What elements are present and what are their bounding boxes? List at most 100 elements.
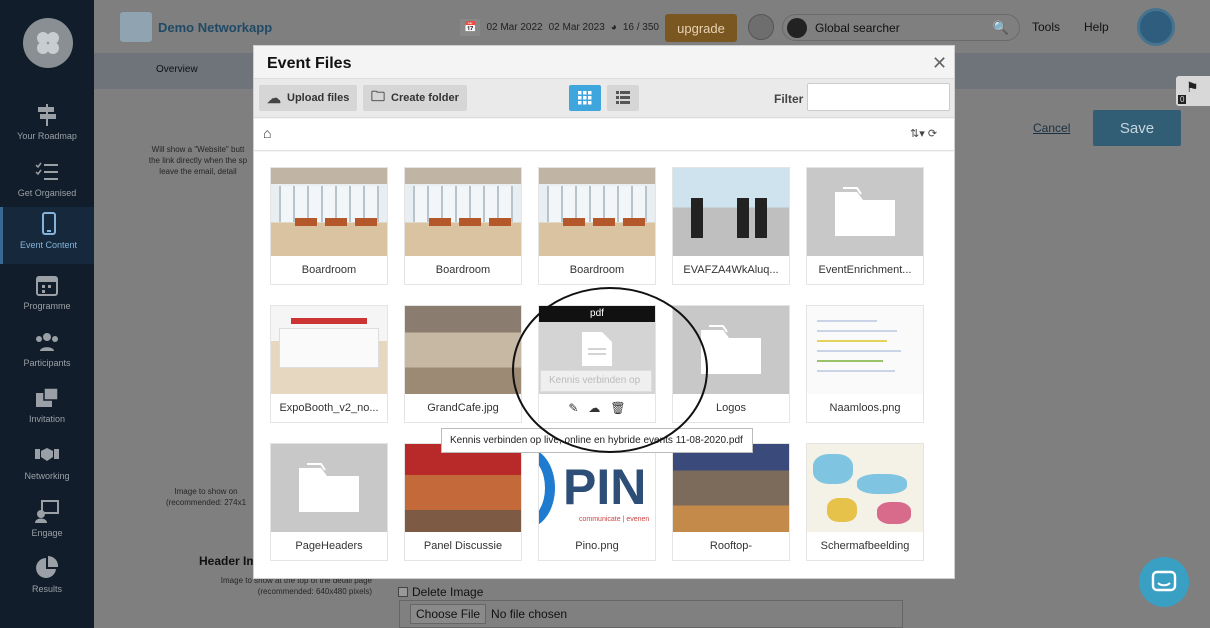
global-search[interactable]: Global searcher 🔍: [782, 14, 1020, 41]
file-tile[interactable]: Boardroom: [538, 167, 656, 285]
help-menu[interactable]: Help: [1084, 20, 1109, 34]
checklist-icon: [35, 162, 58, 180]
file-name: PageHeaders: [295, 540, 363, 552]
cancel-button[interactable]: Cancel: [1033, 121, 1070, 135]
mobile-icon: [41, 212, 56, 235]
sidebar-item-label: Programme: [23, 301, 71, 311]
sidebar-item-invitation[interactable]: Invitation: [0, 381, 94, 437]
hint-line: Image to show on: [174, 487, 238, 496]
close-icon[interactable]: ✕: [932, 53, 947, 74]
file-tile[interactable]: EVAFZA4WkAluq...: [672, 167, 790, 285]
pino-logo-sub: communicate | evenen: [579, 516, 650, 523]
file-thumbnail: [271, 306, 387, 394]
calendar-icon: [36, 276, 58, 296]
sort-icon[interactable]: ⇅▾: [910, 128, 925, 140]
usage-count: 16 / 350: [622, 21, 659, 33]
file-input[interactable]: Choose File No file chosen: [399, 600, 903, 628]
search-icon[interactable]: 🔍: [993, 20, 1009, 36]
avatar[interactable]: [1137, 8, 1175, 46]
invitation-icon: [36, 387, 59, 407]
hint-line: (recommended: 640x480 pixels): [257, 587, 372, 596]
folder-icon: [807, 168, 923, 256]
grid-view-button[interactable]: [569, 85, 601, 111]
hint-line: (recommended: 274x1: [165, 498, 247, 507]
file-thumbnail: [673, 444, 789, 532]
sidebar-item-roadmap[interactable]: Your Roadmap: [0, 98, 94, 154]
sidebar-item-programme[interactable]: Programme: [0, 268, 94, 324]
save-button[interactable]: Save: [1093, 110, 1181, 146]
filter-input[interactable]: [807, 83, 950, 111]
file-thumbnail: [673, 168, 789, 256]
create-folder-label: Create folder: [391, 92, 459, 104]
folder-tile[interactable]: EventEnrichment...: [806, 167, 924, 285]
file-toolbar: ☁ Upload files 🗀 Create folder Filter: [254, 78, 954, 118]
filter-label: Filter: [774, 92, 804, 106]
search-input[interactable]: Global searcher: [815, 21, 993, 35]
sidebar-item-label: Engage: [31, 528, 63, 538]
pie-chart-icon: [36, 555, 59, 578]
folder-tile[interactable]: PageHeaders: [270, 443, 388, 561]
handshake-icon: [35, 448, 59, 461]
tools-menu[interactable]: Tools: [1032, 20, 1060, 34]
create-folder-button[interactable]: 🗀 Create folder: [363, 85, 467, 111]
file-tile[interactable]: Boardroom: [404, 167, 522, 285]
list-view-button[interactable]: [607, 85, 639, 111]
upload-files-button[interactable]: ☁ Upload files: [259, 85, 358, 111]
file-tile[interactable]: Panel Discussie: [404, 443, 522, 561]
image-hint: Image to show on (recommended: 274x1: [156, 486, 256, 508]
cloud-upload-icon: ☁: [267, 89, 281, 106]
choose-file-button[interactable]: Choose File: [410, 604, 487, 624]
sidebar: Your Roadmap Get Organised Event Content…: [0, 0, 94, 628]
sidebar-item-participants[interactable]: Participants: [0, 325, 94, 381]
file-thumbnail: [271, 168, 387, 256]
sidebar-item-networking[interactable]: Networking: [0, 438, 94, 494]
sidebar-item-label: Participants: [23, 358, 71, 368]
file-tile[interactable]: ExpoBooth_v2_no...: [270, 305, 388, 423]
file-name: Pino.png: [575, 540, 619, 552]
sidebar-item-label: Your Roadmap: [17, 131, 77, 141]
file-tile[interactable]: Naamloos.png: [806, 305, 924, 423]
refresh-icon[interactable]: ⟳: [928, 128, 937, 140]
file-tile[interactable]: PIN communicate | evenen Pino.png: [538, 443, 656, 561]
file-tile[interactable]: GrandCafe.jpg: [404, 305, 522, 423]
engage-icon: [35, 500, 59, 523]
sort-refresh-controls[interactable]: ⇅▾ ⟳: [910, 127, 937, 140]
tag-count: 0: [1178, 95, 1187, 104]
chat-icon: [1151, 570, 1177, 592]
tab-overview[interactable]: Overview: [156, 64, 198, 75]
home-icon[interactable]: ⌂: [263, 125, 271, 141]
file-name: Boardroom: [301, 264, 357, 276]
sidebar-item-engage[interactable]: Engage: [0, 495, 94, 551]
upgrade-button[interactable]: upgrade: [665, 14, 737, 42]
brand-logo[interactable]: [120, 12, 152, 42]
website-hint: Will show a "Website" butt the link dire…: [140, 144, 256, 177]
user-switch-icon[interactable]: [748, 14, 774, 40]
checkbox[interactable]: [398, 587, 408, 597]
chat-launcher[interactable]: [1139, 557, 1189, 607]
file-thumbnail: [405, 444, 521, 532]
sidebar-item-get-organised[interactable]: Get Organised: [0, 155, 94, 211]
tag-icon: ⚑: [1186, 79, 1199, 95]
app-logo[interactable]: [23, 18, 73, 68]
file-name: Boardroom: [569, 264, 625, 276]
file-thumbnail: [539, 168, 655, 256]
hint-line: leave the email, detail: [159, 167, 237, 176]
file-name: Panel Discussie: [423, 540, 503, 552]
header-image-label: Header Im: [199, 554, 258, 568]
delete-image-checkbox[interactable]: Delete Image: [398, 585, 483, 599]
file-tile[interactable]: Schermafbeelding: [806, 443, 924, 561]
file-name: Rooftop-: [709, 540, 753, 552]
sidebar-item-event-content[interactable]: Event Content: [0, 207, 94, 264]
sidebar-item-results[interactable]: Results: [0, 551, 94, 607]
delete-image-label: Delete Image: [412, 585, 484, 599]
file-name: Naamloos.png: [829, 402, 901, 414]
event-dates[interactable]: 📅 02 Mar 2022 02 Mar 2023 ◕ 16 / 350: [460, 16, 659, 38]
sidebar-item-label: Results: [31, 584, 62, 594]
file-tile[interactable]: Boardroom: [270, 167, 388, 285]
tags-tab[interactable]: ⚑ 0: [1176, 76, 1210, 106]
file-name: EventEnrichment...: [818, 264, 912, 276]
file-tile[interactable]: Rooftop-: [672, 443, 790, 561]
brand-name[interactable]: Demo Networkapp: [158, 20, 272, 35]
file-name: GrandCafe.jpg: [427, 402, 499, 414]
file-thumbnail: [807, 444, 923, 532]
